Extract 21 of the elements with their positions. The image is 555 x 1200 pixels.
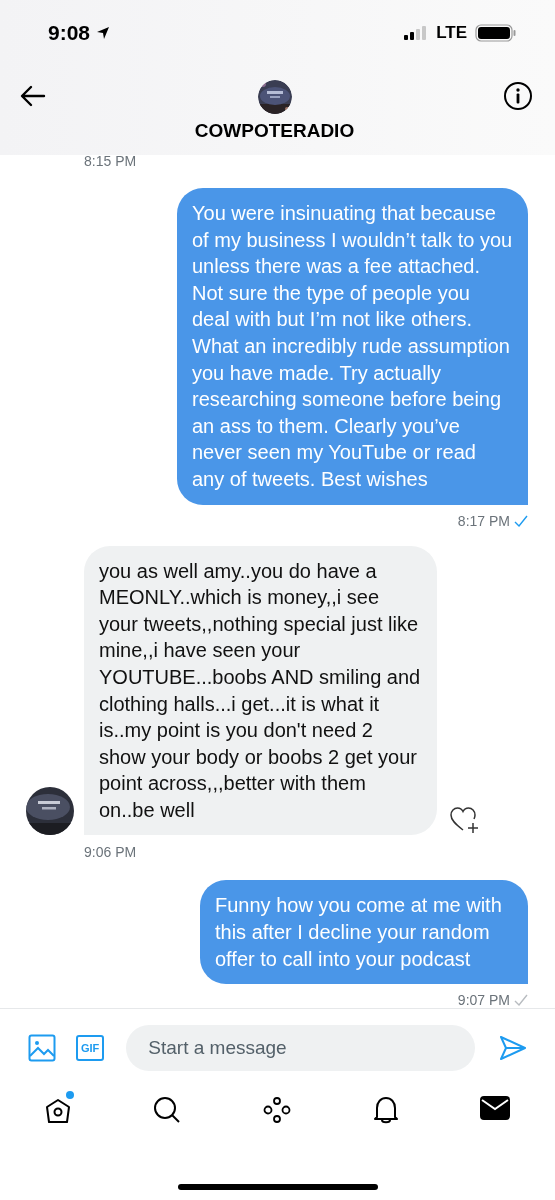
envelope-icon[interactable] <box>480 1095 510 1122</box>
info-icon[interactable] <box>503 81 533 111</box>
message-time: 8:17 PM <box>457 512 510 529</box>
message-time: 8:15 PM <box>84 155 137 169</box>
message-time: 9:07 PM <box>457 992 510 1009</box>
back-arrow-icon[interactable] <box>20 85 46 107</box>
heart-plus-icon[interactable] <box>449 806 479 835</box>
gif-button[interactable]: GIF <box>76 1035 105 1062</box>
status-time: 9:08 <box>48 21 91 45</box>
circles-icon[interactable] <box>261 1095 292 1126</box>
message-input[interactable]: Start a message <box>126 1025 475 1072</box>
image-icon[interactable] <box>28 1034 56 1063</box>
sent-message: Funny how you come at me with this after I decline your random offer to call into your podcast <box>200 880 528 985</box>
received-message: you as well amy..you do have a MEONLY..which is money,,i see your tweets,,nothing special just like mine,,i have seen your YOUTUBE...boobs AND smiling and clothing halls...i get...it is what it is..my point is you don't need 2 show your body or boobs 2 get your point across,,,better with them on..be well <box>84 545 437 836</box>
network-label: LTE <box>436 23 467 43</box>
battery-icon <box>475 24 517 42</box>
sent-message: You were insinuating that because of my business I wouldn’t talk to you unless there was a fee attached. Not sure the type of people you deal with but I’m not like others. What an incredibly rude assumption you have made. Try actually researching someone before being an ass to them. Clearly you’ve never seen my YouTube or read any of tweets. Best wishes <box>177 188 528 505</box>
conversation-title: COWPOTERADIO <box>194 120 355 142</box>
message-time: 9:06 PM <box>84 844 137 861</box>
send-icon[interactable] <box>499 1035 527 1062</box>
location-arrow-icon <box>96 26 111 40</box>
